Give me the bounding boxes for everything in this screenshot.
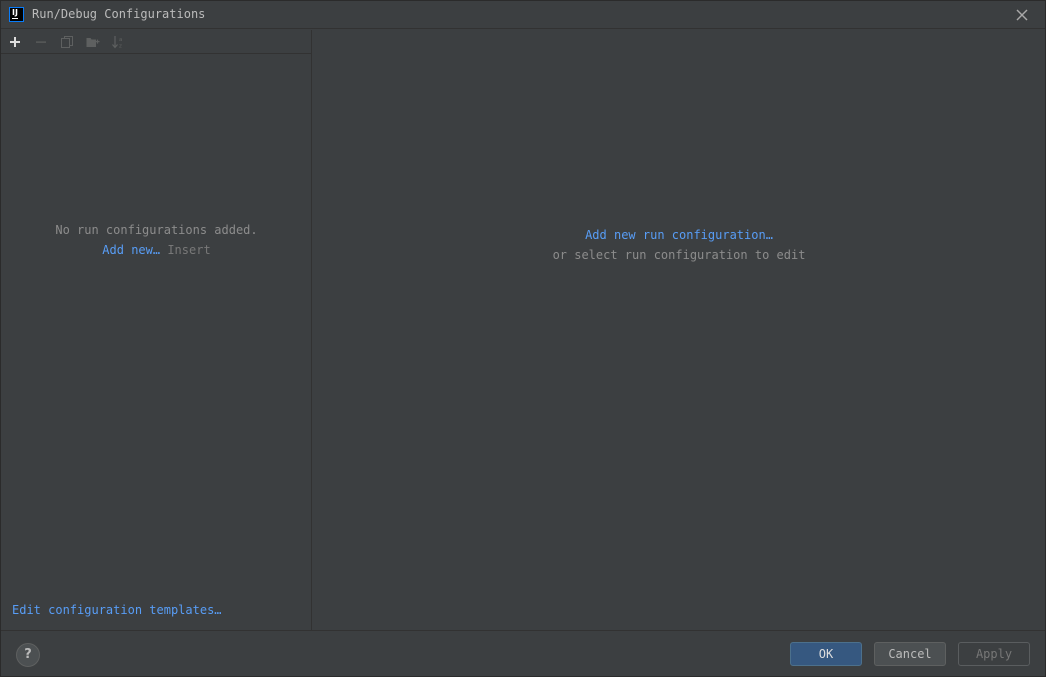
empty-list-message: No run configurations added. [55, 223, 258, 237]
insert-shortcut-hint: Insert [167, 243, 211, 257]
window-title: Run/Debug Configurations [32, 7, 206, 21]
svg-text:a: a [119, 37, 122, 43]
configuration-detail-panel: Add new run configuration… or select run… [313, 30, 1045, 630]
edit-templates-link[interactable]: Edit configuration templates… [12, 603, 222, 617]
configurations-list-panel: a z No run configurations added. Add new… [1, 30, 312, 630]
dialog-footer: ? OK Cancel Apply [1, 630, 1045, 676]
add-icon[interactable] [6, 33, 24, 51]
intellij-app-icon: IJ [9, 7, 24, 22]
run-debug-configurations-dialog: IJ Run/Debug Configurations a z No run c… [0, 0, 1046, 677]
svg-text:z: z [119, 44, 122, 50]
remove-icon[interactable] [32, 33, 50, 51]
sort-icon[interactable]: a z [110, 33, 128, 51]
add-new-run-configuration-link[interactable]: Add new run configuration… [585, 228, 773, 242]
add-run-config-row: Add new run configuration… [313, 228, 1045, 242]
add-new-row: Add new… Insert [1, 243, 312, 257]
add-new-link[interactable]: Add new… [102, 243, 160, 257]
help-button[interactable]: ? [16, 643, 40, 667]
apply-button[interactable]: Apply [958, 642, 1030, 666]
configurations-toolbar: a z [1, 30, 312, 54]
app-icon-text: IJ [12, 8, 18, 17]
copy-icon[interactable] [58, 33, 76, 51]
ok-button[interactable]: OK [790, 642, 862, 666]
select-config-hint: or select run configuration to edit [552, 248, 806, 262]
folder-icon[interactable] [84, 33, 102, 51]
title-bar: IJ Run/Debug Configurations [1, 1, 1045, 29]
cancel-button[interactable]: Cancel [874, 642, 946, 666]
close-icon[interactable] [1013, 6, 1031, 24]
